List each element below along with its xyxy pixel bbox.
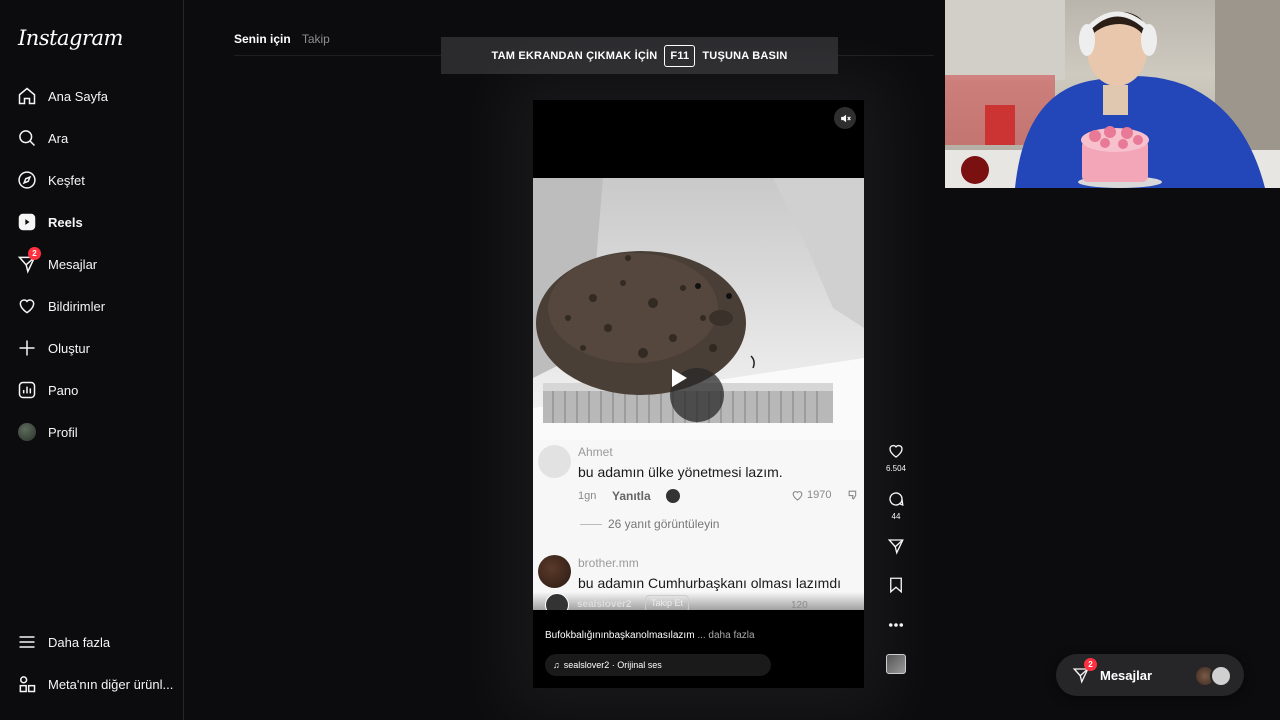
replies-divider	[580, 524, 602, 525]
comment-username: Ahmet	[578, 445, 613, 459]
sidebar-item-profile[interactable]: Profil	[16, 416, 176, 448]
sidebar-item-label: Profil	[48, 424, 78, 440]
messages-pill[interactable]: 2 Mesajlar	[1056, 654, 1244, 696]
webcam-overlay	[945, 0, 1280, 188]
avatar	[1210, 665, 1232, 687]
sidebar-item-messages[interactable]: 2 Mesajlar	[16, 247, 176, 280]
notification-badge: 2	[28, 247, 41, 260]
sidebar-item-label: Reels	[48, 214, 83, 230]
comment-likes: 1970	[791, 489, 831, 501]
plus-icon	[16, 337, 38, 359]
dislike-icon	[847, 489, 860, 504]
sidebar-item-notifications[interactable]: Bildirimler	[16, 290, 176, 322]
sidebar-item-meta-apps[interactable]: Meta'nın diğer ürünl...	[16, 668, 176, 700]
comment-text: bu adamın Cumhurbaşkanı olması lazımdı	[578, 575, 842, 591]
caption-more-link[interactable]: ... daha fazla	[697, 630, 754, 641]
sidebar-item-label: Pano	[48, 382, 79, 398]
comment-likes-count: 1970	[807, 489, 832, 501]
sidebar-item-search[interactable]: Ara	[16, 122, 176, 154]
reel-video[interactable]	[533, 178, 864, 440]
sidebar-item-reels[interactable]: Reels	[16, 206, 176, 238]
sidebar-item-label: Oluştur	[48, 340, 90, 356]
home-icon	[16, 85, 38, 107]
feed-tabs: Senin için Takip	[234, 32, 338, 46]
reel-caption[interactable]: Bufokbalığınınbaşkanolmasılazım ... daha…	[545, 630, 755, 641]
music-icon: ♫	[553, 660, 560, 670]
comment-time: 1gn	[578, 490, 597, 502]
more-icon	[888, 623, 904, 627]
reel-player[interactable]: Ahmet bu adamın ülke yönetmesi lazım. 1g…	[533, 100, 864, 688]
menu-icon	[16, 631, 38, 653]
audio-thumbnail-image	[886, 654, 906, 674]
audio-chip[interactable]: ♫ sealslover2 · Orijinal ses	[545, 654, 771, 676]
apps-icon	[16, 673, 38, 695]
messages-pill-label: Mesajlar	[1100, 667, 1153, 683]
sidebar-item-label: Daha fazla	[48, 634, 111, 650]
sidebar-item-dashboard[interactable]: Pano	[16, 374, 176, 406]
follow-button[interactable]: Takip Et	[645, 595, 690, 610]
author-username[interactable]: sealslover2	[577, 599, 632, 610]
comment-reply: Yanıtla	[612, 489, 651, 503]
send-icon	[887, 539, 904, 555]
avatar	[18, 423, 36, 441]
author-avatar[interactable]	[545, 593, 569, 610]
heart-icon	[889, 444, 903, 458]
audio-label: sealslover2 · Orijinal ses	[563, 660, 662, 670]
sidebar-item-home[interactable]: Ana Sayfa	[16, 80, 176, 112]
sidebar-item-label: Ana Sayfa	[48, 88, 108, 104]
banner-text-before: TAM EKRANDAN ÇIKMAK İÇİN	[491, 49, 658, 62]
tab-following[interactable]: Takip	[302, 32, 330, 46]
sidebar-item-explore[interactable]: Keşfet	[16, 164, 176, 196]
sidebar-item-label: Mesajlar	[48, 256, 98, 272]
compass-icon	[16, 169, 38, 191]
comment-avatar	[538, 445, 571, 478]
heart-icon	[792, 491, 803, 501]
mute-button[interactable]	[834, 107, 856, 129]
play-icon	[672, 369, 687, 387]
sidebar-item-label: Bildirimler	[48, 298, 106, 314]
sidebar: Instagram Ana Sayfa Ara Keşfet Reels 2 M…	[0, 0, 184, 720]
notification-badge: 2	[1084, 658, 1097, 671]
view-replies-link: 26 yanıt görüntüleyin	[608, 517, 720, 531]
heart-icon	[16, 295, 38, 317]
overlay-likes: 120	[791, 600, 808, 610]
audio-thumbnail[interactable]	[884, 654, 908, 674]
like-count: 6.504	[885, 464, 907, 473]
instagram-logo[interactable]: Instagram	[18, 26, 123, 50]
comment-screenshot: Ahmet bu adamın ülke yönetmesi lazım. 1g…	[533, 440, 864, 610]
muted-icon	[840, 114, 851, 122]
reels-icon	[16, 211, 38, 233]
send-icon: 2	[16, 247, 41, 275]
play-button[interactable]	[670, 368, 724, 422]
share-button[interactable]	[884, 537, 908, 555]
sidebar-item-label: Keşfet	[48, 172, 85, 188]
tab-for-you[interactable]: Senin için	[234, 32, 291, 46]
save-button[interactable]	[884, 576, 908, 594]
webcam-frame	[945, 0, 1280, 188]
f11-key: F11	[664, 44, 696, 67]
search-icon	[16, 127, 38, 149]
comment-count: 44	[891, 512, 901, 521]
more-options-button[interactable]	[884, 616, 908, 634]
comment-text: bu adamın ülke yönetmesi lazım.	[578, 464, 783, 480]
like-button[interactable]: 6.504	[884, 442, 908, 473]
comment-avatar	[538, 555, 571, 588]
creator-avatar	[666, 489, 680, 503]
caption-text: Bufokbalığınınbaşkanolmasılazım	[545, 630, 695, 641]
banner-text-after: TUŞUNA BASIN	[702, 49, 788, 62]
send-icon: 2	[1070, 658, 1097, 686]
sidebar-item-label: Meta'nın diğer ürünl...	[48, 676, 174, 692]
sidebar-item-label: Ara	[48, 130, 69, 146]
dashboard-icon	[16, 379, 38, 401]
comment-username: brother.mm	[578, 556, 639, 570]
sidebar-item-more[interactable]: Daha fazla	[16, 626, 176, 658]
comment-icon	[889, 492, 904, 507]
sidebar-item-create[interactable]: Oluştur	[16, 332, 176, 364]
comment-button[interactable]: 44	[884, 490, 908, 521]
fullscreen-exit-banner: TAM EKRANDAN ÇIKMAK İÇİN F11 TUŞUNA BASI…	[441, 37, 838, 74]
bookmark-icon	[890, 577, 902, 594]
